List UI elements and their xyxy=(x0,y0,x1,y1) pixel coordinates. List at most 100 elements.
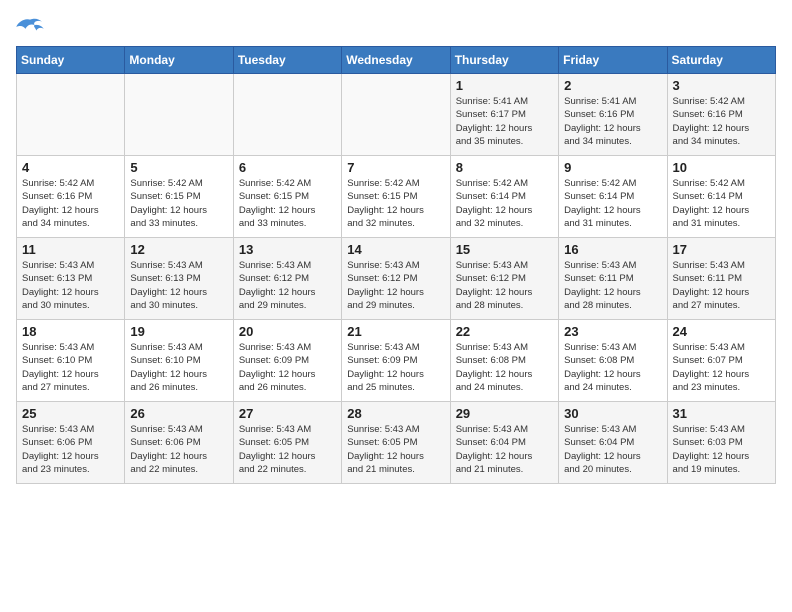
week-row-2: 4Sunrise: 5:42 AM Sunset: 6:16 PM Daylig… xyxy=(17,156,776,238)
day-cell: 25 Sunrise: 5:43 AM Sunset: 6:06 PM Dayli… xyxy=(17,402,125,484)
day-info: Sunrise: 5:42 AM Sunset: 6:15 PM Dayligh… xyxy=(239,177,336,230)
day-cell: 5 Sunrise: 5:42 AM Sunset: 6:15 PM Daylig… xyxy=(125,156,233,238)
week-row-1: 1 Sunrise: 5:41 AM Sunset: 6:17 PM Daylig… xyxy=(17,74,776,156)
day-cell: 1 Sunrise: 5:41 AM Sunset: 6:17 PM Daylig… xyxy=(450,74,558,156)
day-cell: 7Sunrise: 5:42 AM Sunset: 6:15 PM Daylig… xyxy=(342,156,450,238)
day-number: 1 xyxy=(456,78,553,93)
day-header-saturday: Saturday xyxy=(667,47,775,74)
day-info: Sunrise: 5:43 AM Sunset: 6:09 PM Dayligh… xyxy=(239,341,336,394)
day-info: Sunrise: 5:42 AM Sunset: 6:14 PM Dayligh… xyxy=(673,177,770,230)
day-cell: 2Sunrise: 5:41 AM Sunset: 6:16 PM Daylig… xyxy=(559,74,667,156)
day-info: Sunrise: 5:43 AM Sunset: 6:08 PM Dayligh… xyxy=(456,341,553,394)
day-cell: 11 Sunrise: 5:43 AM Sunset: 6:13 PM Dayli… xyxy=(17,238,125,320)
day-info: Sunrise: 5:42 AM Sunset: 6:14 PM Dayligh… xyxy=(564,177,661,230)
day-number: 11 xyxy=(22,242,119,257)
day-cell: 17 Sunrise: 5:43 AM Sunset: 6:11 PM Dayli… xyxy=(667,238,775,320)
day-info: Sunrise: 5:43 AM Sunset: 6:06 PM Dayligh… xyxy=(22,423,119,476)
day-info: Sunrise: 5:43 AM Sunset: 6:05 PM Dayligh… xyxy=(239,423,336,476)
day-number: 31 xyxy=(673,406,770,421)
day-cell: 13Sunrise: 5:43 AM Sunset: 6:12 PM Dayli… xyxy=(233,238,341,320)
day-number: 18 xyxy=(22,324,119,339)
day-header-sunday: Sunday xyxy=(17,47,125,74)
day-info: Sunrise: 5:43 AM Sunset: 6:09 PM Dayligh… xyxy=(347,341,444,394)
day-number: 21 xyxy=(347,324,444,339)
page-header xyxy=(16,16,776,38)
day-number: 13 xyxy=(239,242,336,257)
day-number: 28 xyxy=(347,406,444,421)
day-info: Sunrise: 5:42 AM Sunset: 6:15 PM Dayligh… xyxy=(130,177,227,230)
day-number: 27 xyxy=(239,406,336,421)
day-number: 30 xyxy=(564,406,661,421)
day-cell: 31 Sunrise: 5:43 AM Sunset: 6:03 PM Dayli… xyxy=(667,402,775,484)
day-cell: 27 Sunrise: 5:43 AM Sunset: 6:05 PM Dayli… xyxy=(233,402,341,484)
day-cell: 18 Sunrise: 5:43 AM Sunset: 6:10 PM Dayli… xyxy=(17,320,125,402)
day-cell: 8 Sunrise: 5:42 AM Sunset: 6:14 PM Daylig… xyxy=(450,156,558,238)
day-number: 12 xyxy=(130,242,227,257)
day-info: Sunrise: 5:43 AM Sunset: 6:04 PM Dayligh… xyxy=(564,423,661,476)
day-cell: 10 Sunrise: 5:42 AM Sunset: 6:14 PM Dayli… xyxy=(667,156,775,238)
day-number: 9 xyxy=(564,160,661,175)
logo xyxy=(16,16,48,38)
day-number: 22 xyxy=(456,324,553,339)
day-number: 20 xyxy=(239,324,336,339)
day-number: 5 xyxy=(130,160,227,175)
day-number: 25 xyxy=(22,406,119,421)
day-header-tuesday: Tuesday xyxy=(233,47,341,74)
week-row-4: 18 Sunrise: 5:43 AM Sunset: 6:10 PM Dayli… xyxy=(17,320,776,402)
day-number: 15 xyxy=(456,242,553,257)
day-info: Sunrise: 5:42 AM Sunset: 6:15 PM Dayligh… xyxy=(347,177,444,230)
day-header-wednesday: Wednesday xyxy=(342,47,450,74)
day-cell: 26 Sunrise: 5:43 AM Sunset: 6:06 PM Dayli… xyxy=(125,402,233,484)
day-info: Sunrise: 5:41 AM Sunset: 6:17 PM Dayligh… xyxy=(456,95,553,148)
day-header-thursday: Thursday xyxy=(450,47,558,74)
day-cell: 30 Sunrise: 5:43 AM Sunset: 6:04 PM Dayli… xyxy=(559,402,667,484)
day-cell xyxy=(17,74,125,156)
day-info: Sunrise: 5:43 AM Sunset: 6:13 PM Dayligh… xyxy=(22,259,119,312)
calendar-table: SundayMondayTuesdayWednesdayThursdayFrid… xyxy=(16,46,776,484)
day-cell: 16 Sunrise: 5:43 AM Sunset: 6:11 PM Dayli… xyxy=(559,238,667,320)
day-info: Sunrise: 5:41 AM Sunset: 6:16 PM Dayligh… xyxy=(564,95,661,148)
logo-icon xyxy=(16,16,44,38)
day-info: Sunrise: 5:43 AM Sunset: 6:11 PM Dayligh… xyxy=(564,259,661,312)
day-info: Sunrise: 5:43 AM Sunset: 6:05 PM Dayligh… xyxy=(347,423,444,476)
day-cell: 4Sunrise: 5:42 AM Sunset: 6:16 PM Daylig… xyxy=(17,156,125,238)
day-info: Sunrise: 5:43 AM Sunset: 6:12 PM Dayligh… xyxy=(456,259,553,312)
day-number: 16 xyxy=(564,242,661,257)
day-number: 19 xyxy=(130,324,227,339)
day-cell: 29 Sunrise: 5:43 AM Sunset: 6:04 PM Dayli… xyxy=(450,402,558,484)
day-cell: 23Sunrise: 5:43 AM Sunset: 6:08 PM Dayli… xyxy=(559,320,667,402)
day-number: 17 xyxy=(673,242,770,257)
day-cell: 14Sunrise: 5:43 AM Sunset: 6:12 PM Dayli… xyxy=(342,238,450,320)
day-info: Sunrise: 5:43 AM Sunset: 6:12 PM Dayligh… xyxy=(347,259,444,312)
day-number: 26 xyxy=(130,406,227,421)
day-info: Sunrise: 5:43 AM Sunset: 6:08 PM Dayligh… xyxy=(564,341,661,394)
day-info: Sunrise: 5:43 AM Sunset: 6:07 PM Dayligh… xyxy=(673,341,770,394)
day-cell: 28 Sunrise: 5:43 AM Sunset: 6:05 PM Dayli… xyxy=(342,402,450,484)
day-cell xyxy=(233,74,341,156)
day-cell: 9 Sunrise: 5:42 AM Sunset: 6:14 PM Daylig… xyxy=(559,156,667,238)
header-row: SundayMondayTuesdayWednesdayThursdayFrid… xyxy=(17,47,776,74)
day-cell: 22 Sunrise: 5:43 AM Sunset: 6:08 PM Dayli… xyxy=(450,320,558,402)
day-cell xyxy=(125,74,233,156)
day-info: Sunrise: 5:43 AM Sunset: 6:03 PM Dayligh… xyxy=(673,423,770,476)
day-cell: 24 Sunrise: 5:43 AM Sunset: 6:07 PM Dayli… xyxy=(667,320,775,402)
day-number: 24 xyxy=(673,324,770,339)
day-cell: 19Sunrise: 5:43 AM Sunset: 6:10 PM Dayli… xyxy=(125,320,233,402)
day-info: Sunrise: 5:43 AM Sunset: 6:13 PM Dayligh… xyxy=(130,259,227,312)
day-number: 29 xyxy=(456,406,553,421)
week-row-3: 11 Sunrise: 5:43 AM Sunset: 6:13 PM Dayli… xyxy=(17,238,776,320)
day-cell: 20 Sunrise: 5:43 AM Sunset: 6:09 PM Dayli… xyxy=(233,320,341,402)
day-info: Sunrise: 5:43 AM Sunset: 6:06 PM Dayligh… xyxy=(130,423,227,476)
day-cell: 21 Sunrise: 5:43 AM Sunset: 6:09 PM Dayli… xyxy=(342,320,450,402)
day-info: Sunrise: 5:43 AM Sunset: 6:10 PM Dayligh… xyxy=(22,341,119,394)
day-number: 4 xyxy=(22,160,119,175)
day-number: 10 xyxy=(673,160,770,175)
day-info: Sunrise: 5:43 AM Sunset: 6:11 PM Dayligh… xyxy=(673,259,770,312)
day-info: Sunrise: 5:42 AM Sunset: 6:14 PM Dayligh… xyxy=(456,177,553,230)
day-info: Sunrise: 5:42 AM Sunset: 6:16 PM Dayligh… xyxy=(673,95,770,148)
day-cell: 12 Sunrise: 5:43 AM Sunset: 6:13 PM Dayli… xyxy=(125,238,233,320)
day-cell xyxy=(342,74,450,156)
day-number: 8 xyxy=(456,160,553,175)
day-info: Sunrise: 5:43 AM Sunset: 6:04 PM Dayligh… xyxy=(456,423,553,476)
day-number: 6 xyxy=(239,160,336,175)
